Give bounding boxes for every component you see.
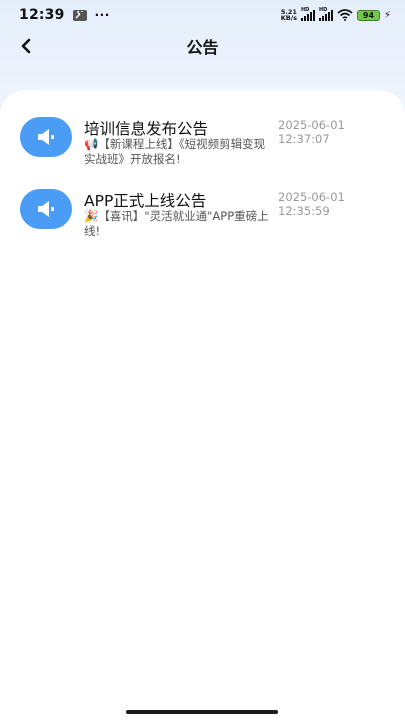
battery-icon: 94	[356, 9, 380, 21]
more-notifications-icon: ···	[94, 8, 110, 22]
status-time: 12:39	[19, 7, 65, 23]
page-title: 公告	[186, 38, 219, 57]
wifi-icon	[337, 6, 353, 25]
notice-time: 12:35:59	[278, 204, 330, 218]
status-bar: 12:39 ··· 5.21 KB/s HD HD 94 ⚡	[0, 0, 405, 30]
signal-icon: HD	[300, 7, 315, 21]
notice-preview: 🎉【喜讯】"灵活就业通"APP重磅上线!	[84, 209, 269, 238]
notice-card: 培训信息发布公告 📢【新课程上线】《短视频剪辑变现实战班》开放报名! 2025-…	[0, 90, 405, 720]
notice-date: 2025-06-01	[278, 190, 345, 204]
notice-item[interactable]: 培训信息发布公告 📢【新课程上线】《短视频剪辑变现实战班》开放报名! 2025-…	[0, 117, 405, 189]
notice-screen: 12:39 ··· 5.21 KB/s HD HD 94 ⚡ 公告 培训信息发布…	[0, 0, 405, 720]
notice-list: 培训信息发布公告 📢【新课程上线】《短视频剪辑变现实战班》开放报名! 2025-…	[0, 90, 405, 261]
network-speed: 5.21 KB/s	[280, 7, 297, 22]
notice-title: APP正式上线公告	[84, 192, 207, 210]
back-button[interactable]	[14, 34, 38, 58]
notice-time: 12:37:07	[278, 132, 330, 146]
notice-timestamp: 2025-06-01 12:35:59	[278, 190, 388, 218]
notice-item[interactable]: APP正式上线公告 🎉【喜讯】"灵活就业通"APP重磅上线! 2025-06-0…	[0, 189, 405, 261]
charging-bolt-icon: ⚡	[383, 9, 391, 21]
signal-icon-2: HD	[318, 7, 333, 21]
chevron-left-icon	[21, 38, 31, 54]
nav-bar: 公告	[0, 30, 405, 62]
wrench-icon	[72, 9, 87, 21]
notice-date: 2025-06-01	[278, 118, 345, 132]
megaphone-icon	[20, 189, 72, 229]
notice-preview: 📢【新课程上线】《短视频剪辑变现实战班》开放报名!	[84, 137, 266, 166]
home-indicator[interactable]	[126, 710, 278, 714]
megaphone-icon	[20, 117, 72, 157]
notice-title: 培训信息发布公告	[84, 120, 209, 138]
notice-timestamp: 2025-06-01 12:37:07	[278, 118, 388, 146]
